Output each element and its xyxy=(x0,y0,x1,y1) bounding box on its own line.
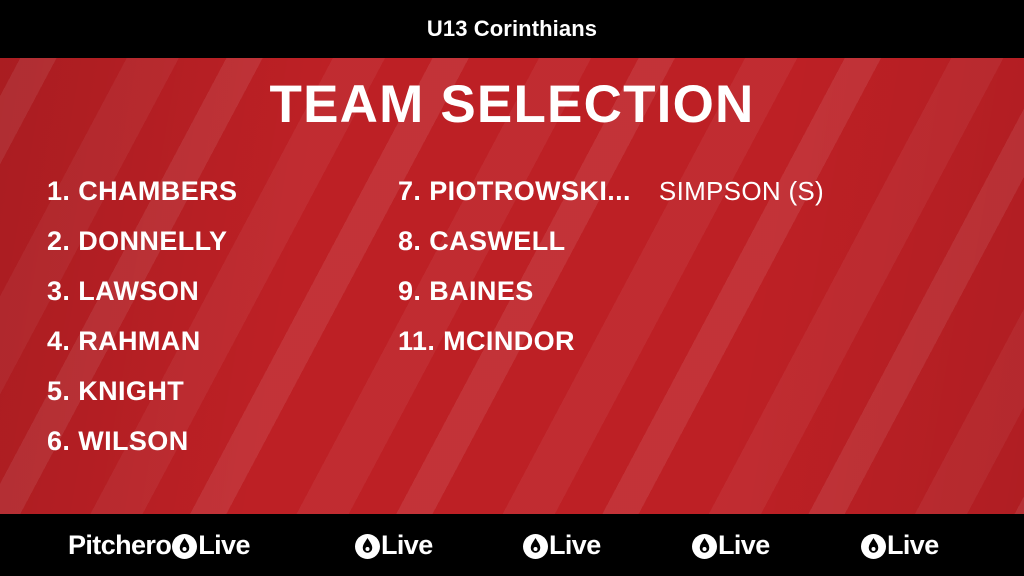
footer-branding-bar: Pitchero Live Live Live Live Live xyxy=(0,514,1024,576)
pitchero-flame-icon xyxy=(523,533,548,559)
brand-prefix-text: Pitchero xyxy=(68,529,172,560)
live-logo: Live xyxy=(861,514,939,576)
pitchero-flame-icon xyxy=(355,533,380,559)
player-list-left: 1. CHAMBERS 2. DONNELLY 3. LAWSON 4. RAHMAN… xyxy=(47,166,237,466)
brand-suffix-text: Live xyxy=(718,529,770,560)
player-row: 8. CASWELL xyxy=(398,216,824,266)
player-row: 3. LAWSON xyxy=(47,266,237,316)
team-name-title: U13 Corinthians xyxy=(426,16,598,41)
live-logo: Live xyxy=(523,514,601,576)
player-row: 6. WILSON xyxy=(47,416,237,466)
player-list-right: 7. PIOTROWSKI... SIMPSON (S) 8. CASWELL 9. … xyxy=(398,166,824,366)
pitchero-live-logo: Pitchero Live xyxy=(68,514,250,576)
brand-suffix-text: Live xyxy=(381,529,433,560)
player-name: 1. CHAMBERS xyxy=(47,175,238,206)
player-substitute-name: SIMPSON (S) xyxy=(658,176,825,206)
player-row: 2. DONNELLY xyxy=(47,216,237,266)
player-row: 9. BAINES xyxy=(398,266,824,316)
body-panel: TEAM SELECTION 1. CHAMBERS 2. DONNELLY 3. … xyxy=(0,58,1024,514)
brand-suffix-text: Live xyxy=(887,529,939,560)
live-logo: Live xyxy=(355,514,433,576)
player-name: 11. MCINDOR xyxy=(398,325,575,356)
player-row: 5. KNIGHT xyxy=(47,366,237,416)
player-name: 4. RAHMAN xyxy=(47,325,201,356)
pitchero-flame-icon xyxy=(172,533,198,559)
player-name: 3. LAWSON xyxy=(47,275,200,306)
player-name: 8. CASWELL xyxy=(398,225,566,256)
brand-suffix-text: Live xyxy=(198,529,250,560)
player-row: 7. PIOTROWSKI... SIMPSON (S) xyxy=(398,166,824,216)
brand-suffix-text: Live xyxy=(549,529,601,560)
team-selection-graphic: U13 Corinthians TEAM SELECTION 1. CHAMBE… xyxy=(0,0,1024,576)
player-row: 1. CHAMBERS xyxy=(47,166,237,216)
player-row: 4. RAHMAN xyxy=(47,316,237,366)
page-title: TEAM SELECTION xyxy=(269,75,755,134)
player-name: 6. WILSON xyxy=(47,425,189,456)
player-name: 2. DONNELLY xyxy=(47,225,228,256)
player-name: 9. BAINES xyxy=(398,275,534,306)
player-name: 5. KNIGHT xyxy=(47,375,185,406)
player-row: 11. MCINDOR xyxy=(398,316,824,366)
pitchero-flame-icon xyxy=(692,533,717,559)
pitchero-flame-icon xyxy=(861,533,886,559)
header-bar: U13 Corinthians xyxy=(0,0,1024,58)
live-logo: Live xyxy=(692,514,770,576)
player-name: 7. PIOTROWSKI... xyxy=(398,175,631,206)
